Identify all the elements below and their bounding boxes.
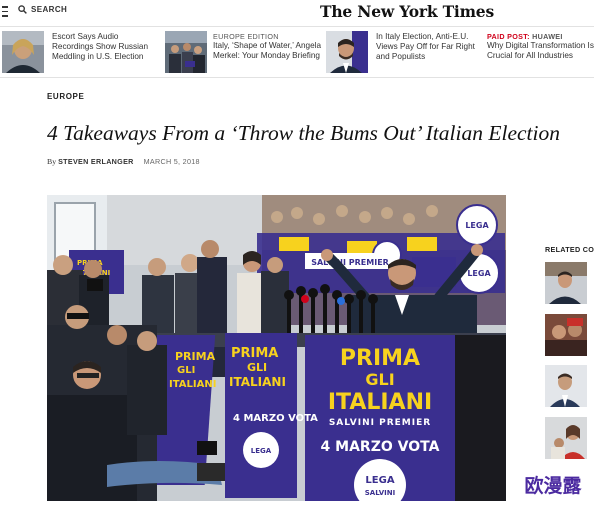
strip-item-election[interactable]: In Italy Election, Anti-E.U. Views Pay O… [326,31,481,75]
top-bar: SEARCH The New York Times [0,0,594,24]
lead-photo[interactable]: LEGA LEGA SALVINI PREMIER PRIMA ITALIANI [47,195,506,501]
poster-left-text: ITALIANI [169,379,216,390]
strip-kicker: EUROPE EDITION [213,32,279,41]
strip-text-block: PAID POST: HUAWEI Why Digital Transforma… [487,32,594,61]
search-label: SEARCH [31,5,68,14]
poster-main-date: 4 MARZO VOTA [321,439,440,455]
poster-main-logo: LEGA [365,475,394,486]
related-coverage-label: RELATED CO [545,245,594,254]
poster-left-text: GLI [177,365,195,376]
related-thumbnail[interactable] [545,417,587,459]
section-label[interactable]: EUROPE [47,92,84,101]
masthead-logo[interactable]: The New York Times [320,2,494,21]
byline: By STEVEN ERLANGER MARCH 5, 2018 [47,157,200,166]
poster-mid-text: ITALIANI [229,375,286,389]
strip-headline: In Italy Election, Anti-E.U. Views Pay O… [376,32,475,61]
backdrop-logo-text: LEGA [465,221,489,230]
poster-mid-text: PRIMA [231,346,278,361]
strip-thumbnail [326,31,368,73]
poster-main-line3: ITALIANI [328,390,432,415]
paid-post-label: PAID POST: [487,32,530,41]
strip-thumbnail [165,31,207,73]
strip-text-block: EUROPE EDITION Italy, ‘Shape of Water,’ … [213,32,323,61]
byline-prefix: By [47,157,57,166]
strip-item-escort[interactable]: Escort Says Audio Recordings Show Russia… [2,31,152,75]
backdrop-logo-text: LEGA [467,269,491,278]
strip-item-paid-post[interactable]: PAID POST: HUAWEI Why Digital Transforma… [487,31,594,75]
hamburger-menu-icon[interactable] [2,6,8,17]
strip-headline: Why Digital Transformation Is Crucial fo… [487,41,594,60]
related-thumbnail[interactable] [545,365,587,407]
sponsor-name: HUAWEI [532,32,563,41]
headline-strip: Escort Says Audio Recordings Show Russia… [0,26,594,78]
related-thumbnail[interactable] [545,262,587,304]
strip-thumbnail [2,31,44,73]
author-link[interactable]: STEVEN ERLANGER [58,157,134,166]
strip-headline: Escort Says Audio Recordings Show Russia… [52,32,149,61]
strip-item-briefing[interactable]: EUROPE EDITION Italy, ‘Shape of Water,’ … [165,31,323,75]
strip-headline: Italy, ‘Shape of Water,’ Angela Merkel: … [213,41,322,60]
search-icon [18,5,27,14]
poster-main-subline: SALVINI PREMIER [329,418,431,428]
backdrop-banner: SALVINI PREMIER [311,258,389,267]
poster-main-logo-sub: SALVINI [365,489,395,497]
related-thumbnail[interactable] [545,314,587,356]
search-button[interactable]: SEARCH [18,5,67,14]
poster-mid-text: GLI [247,361,267,374]
watermark-logo: 欧漫露 [513,470,593,505]
watermark-text: 欧漫露 [524,474,582,497]
poster-mid-date: 4 MARZO VOTA [233,413,318,424]
publish-date: MARCH 5, 2018 [143,157,200,166]
poster-main-line1: PRIMA [340,346,420,371]
paid-post-kicker: PAID POST: HUAWEI [487,32,594,41]
poster-mid-logo: LEGA [251,447,272,455]
poster-main-line2: GLI [365,370,394,389]
article-headline: 4 Takeaways From a ‘Throw the Bums Out’ … [47,121,560,145]
poster-left-text: PRIMA [175,350,216,363]
